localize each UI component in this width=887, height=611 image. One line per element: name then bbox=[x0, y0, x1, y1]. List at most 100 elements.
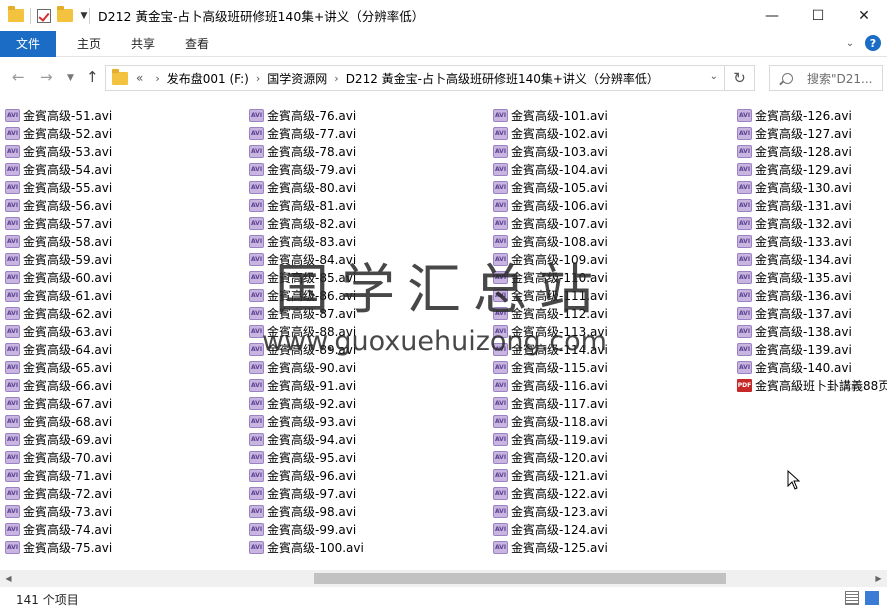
file-item[interactable]: AVI 金賓高级-70.avi bbox=[5, 448, 112, 466]
breadcrumb-current-folder[interactable]: D212 黃金宝-占卜高级班研修班140集+讲义（分辨率低） bbox=[346, 70, 659, 87]
expand-ribbon-icon[interactable]: ⌄ bbox=[843, 38, 857, 49]
recent-locations-icon[interactable]: ▼ bbox=[67, 73, 74, 83]
file-item[interactable]: AVI 金賓高级-128.avi bbox=[737, 142, 887, 160]
file-item[interactable]: AVI 金賓高级-134.avi bbox=[737, 250, 887, 268]
tab-share[interactable]: 共享 bbox=[116, 31, 170, 57]
file-item[interactable]: AVI 金賓高级-58.avi bbox=[5, 232, 112, 250]
file-item[interactable]: AVI 金賓高级-140.avi bbox=[737, 358, 887, 376]
file-item[interactable]: AVI 金賓高级-77.avi bbox=[249, 124, 364, 142]
file-item[interactable]: AVI 金賓高级-54.avi bbox=[5, 160, 112, 178]
file-item[interactable]: AVI 金賓高级-92.avi bbox=[249, 394, 364, 412]
file-item[interactable]: AVI 金賓高级-71.avi bbox=[5, 466, 112, 484]
help-icon[interactable]: ? bbox=[865, 35, 881, 51]
file-item[interactable]: AVI 金賓高级-76.avi bbox=[249, 106, 364, 124]
file-item[interactable]: AVI 金賓高级-82.avi bbox=[249, 214, 364, 232]
file-item[interactable]: AVI 金賓高级-51.avi bbox=[5, 106, 112, 124]
file-item[interactable]: AVI 金賓高级-125.avi bbox=[493, 538, 608, 556]
file-item[interactable]: AVI 金賓高级-118.avi bbox=[493, 412, 608, 430]
file-item[interactable]: AVI 金賓高级-94.avi bbox=[249, 430, 364, 448]
file-item[interactable]: AVI 金賓高级-66.avi bbox=[5, 376, 112, 394]
file-item[interactable]: AVI 金賓高级-73.avi bbox=[5, 502, 112, 520]
file-item[interactable]: AVI 金賓高级-62.avi bbox=[5, 304, 112, 322]
file-item[interactable]: AVI 金賓高级-63.avi bbox=[5, 322, 112, 340]
file-item[interactable]: AVI 金賓高级-99.avi bbox=[249, 520, 364, 538]
file-item[interactable]: AVI 金賓高级-64.avi bbox=[5, 340, 112, 358]
file-item[interactable]: AVI 金賓高级-93.avi bbox=[249, 412, 364, 430]
horizontal-scrollbar[interactable]: ◀ ▶ bbox=[0, 570, 887, 587]
file-item[interactable]: AVI 金賓高级-67.avi bbox=[5, 394, 112, 412]
file-item[interactable]: AVI 金賓高级-68.avi bbox=[5, 412, 112, 430]
file-item[interactable]: AVI 金賓高级-133.avi bbox=[737, 232, 887, 250]
file-item[interactable]: AVI 金賓高级-123.avi bbox=[493, 502, 608, 520]
file-item[interactable]: AVI 金賓高级-129.avi bbox=[737, 160, 887, 178]
file-item[interactable]: AVI 金賓高级-98.avi bbox=[249, 502, 364, 520]
refresh-button[interactable]: ↻ bbox=[725, 65, 755, 91]
file-item[interactable]: AVI 金賓高级-122.avi bbox=[493, 484, 608, 502]
close-button[interactable]: ✕ bbox=[841, 0, 887, 31]
forward-arrow-icon[interactable]: → bbox=[40, 68, 53, 86]
tab-view[interactable]: 查看 bbox=[170, 31, 224, 57]
file-item[interactable]: AVI 金賓高级-126.avi bbox=[737, 106, 887, 124]
breadcrumb-overflow[interactable]: « bbox=[136, 71, 143, 85]
large-icons-view-icon[interactable] bbox=[865, 591, 879, 605]
back-arrow-icon[interactable]: ← bbox=[12, 68, 25, 86]
file-item[interactable]: AVI 金賓高级-132.avi bbox=[737, 214, 887, 232]
customize-dropdown-icon[interactable]: ▼ bbox=[79, 11, 89, 21]
file-item[interactable]: AVI 金賓高级-139.avi bbox=[737, 340, 887, 358]
file-item[interactable]: AVI 金賓高级-96.avi bbox=[249, 466, 364, 484]
file-item[interactable]: AVI 金賓高级-52.avi bbox=[5, 124, 112, 142]
file-item[interactable]: AVI 金賓高级-103.avi bbox=[493, 142, 608, 160]
file-item[interactable]: AVI 金賓高级-124.avi bbox=[493, 520, 608, 538]
file-item[interactable]: AVI 金賓高级-116.avi bbox=[493, 376, 608, 394]
properties-icon[interactable] bbox=[37, 8, 51, 23]
file-item[interactable]: AVI 金賓高级-120.avi bbox=[493, 448, 608, 466]
file-item[interactable]: AVI 金賓高级-57.avi bbox=[5, 214, 112, 232]
file-item[interactable]: AVI 金賓高级-74.avi bbox=[5, 520, 112, 538]
chevron-right-icon[interactable]: › bbox=[256, 72, 260, 85]
file-item[interactable]: AVI 金賓高级-95.avi bbox=[249, 448, 364, 466]
up-arrow-icon[interactable]: ↑ bbox=[86, 68, 99, 86]
breadcrumb-drive[interactable]: 发布盘001 (F:) bbox=[167, 70, 249, 87]
file-item[interactable]: AVI 金賓高级-104.avi bbox=[493, 160, 608, 178]
file-item[interactable]: AVI 金賓高级-80.avi bbox=[249, 178, 364, 196]
file-item[interactable]: AVI 金賓高级-81.avi bbox=[249, 196, 364, 214]
file-item[interactable]: AVI 金賓高级-115.avi bbox=[493, 358, 608, 376]
file-item[interactable]: AVI 金賓高级-100.avi bbox=[249, 538, 364, 556]
file-item[interactable]: AVI 金賓高级-65.avi bbox=[5, 358, 112, 376]
maximize-button[interactable]: ☐ bbox=[795, 0, 841, 31]
file-item[interactable]: AVI 金賓高级-102.avi bbox=[493, 124, 608, 142]
file-item[interactable]: AVI 金賓高级-78.avi bbox=[249, 142, 364, 160]
tab-file[interactable]: 文件 bbox=[0, 30, 57, 57]
file-item[interactable]: AVI 金賓高级-72.avi bbox=[5, 484, 112, 502]
file-item[interactable]: AVI 金賓高级-131.avi bbox=[737, 196, 887, 214]
file-item[interactable]: AVI 金賓高级-75.avi bbox=[5, 538, 112, 556]
chevron-right-icon[interactable]: › bbox=[334, 72, 338, 85]
minimize-button[interactable]: — bbox=[749, 0, 795, 31]
file-item[interactable]: PDF 金賓高級班卜卦講義88页 bbox=[737, 376, 887, 394]
address-dropdown-icon[interactable]: ⌄ bbox=[710, 71, 718, 82]
file-item[interactable]: AVI 金賓高级-90.avi bbox=[249, 358, 364, 376]
file-item[interactable]: AVI 金賓高级-101.avi bbox=[493, 106, 608, 124]
file-item[interactable]: AVI 金賓高级-117.avi bbox=[493, 394, 608, 412]
file-item[interactable]: AVI 金賓高级-119.avi bbox=[493, 430, 608, 448]
file-item[interactable]: AVI 金賓高级-55.avi bbox=[5, 178, 112, 196]
file-item[interactable]: AVI 金賓高级-106.avi bbox=[493, 196, 608, 214]
file-item[interactable]: AVI 金賓高级-79.avi bbox=[249, 160, 364, 178]
scroll-right-icon[interactable]: ▶ bbox=[870, 570, 887, 587]
file-item[interactable]: AVI 金賓高级-56.avi bbox=[5, 196, 112, 214]
file-item[interactable]: AVI 金賓高级-53.avi bbox=[5, 142, 112, 160]
file-item[interactable]: AVI 金賓高级-130.avi bbox=[737, 178, 887, 196]
address-bar[interactable]: « › 发布盘001 (F:) › 国学资源网 › D212 黃金宝-占卜高级班… bbox=[105, 65, 725, 91]
file-item[interactable]: AVI 金賓高级-137.avi bbox=[737, 304, 887, 322]
scroll-left-icon[interactable]: ◀ bbox=[0, 570, 17, 587]
file-item[interactable]: AVI 金賓高级-61.avi bbox=[5, 286, 112, 304]
search-box[interactable]: 搜索"D21... bbox=[769, 65, 883, 91]
file-item[interactable]: AVI 金賓高级-138.avi bbox=[737, 322, 887, 340]
file-item[interactable]: AVI 金賓高级-135.avi bbox=[737, 268, 887, 286]
breadcrumb-folder-guoxue[interactable]: 国学资源网 bbox=[267, 70, 327, 87]
file-item[interactable]: AVI 金賓高级-91.avi bbox=[249, 376, 364, 394]
file-item[interactable]: AVI 金賓高级-69.avi bbox=[5, 430, 112, 448]
details-view-icon[interactable] bbox=[845, 591, 859, 605]
file-item[interactable]: AVI 金賓高级-60.avi bbox=[5, 268, 112, 286]
file-item[interactable]: AVI 金賓高级-97.avi bbox=[249, 484, 364, 502]
